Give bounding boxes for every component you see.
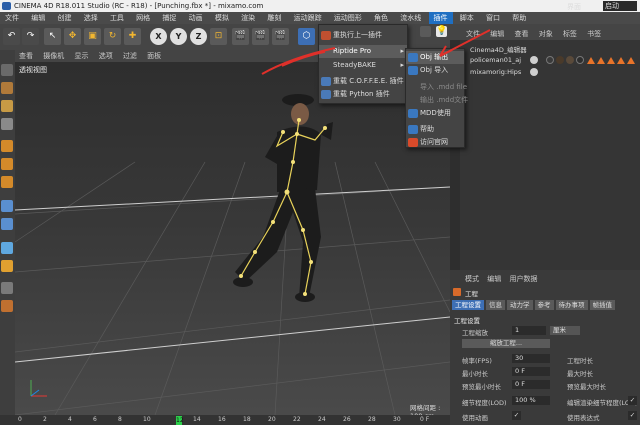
annotation-arrows [261, 29, 491, 75]
